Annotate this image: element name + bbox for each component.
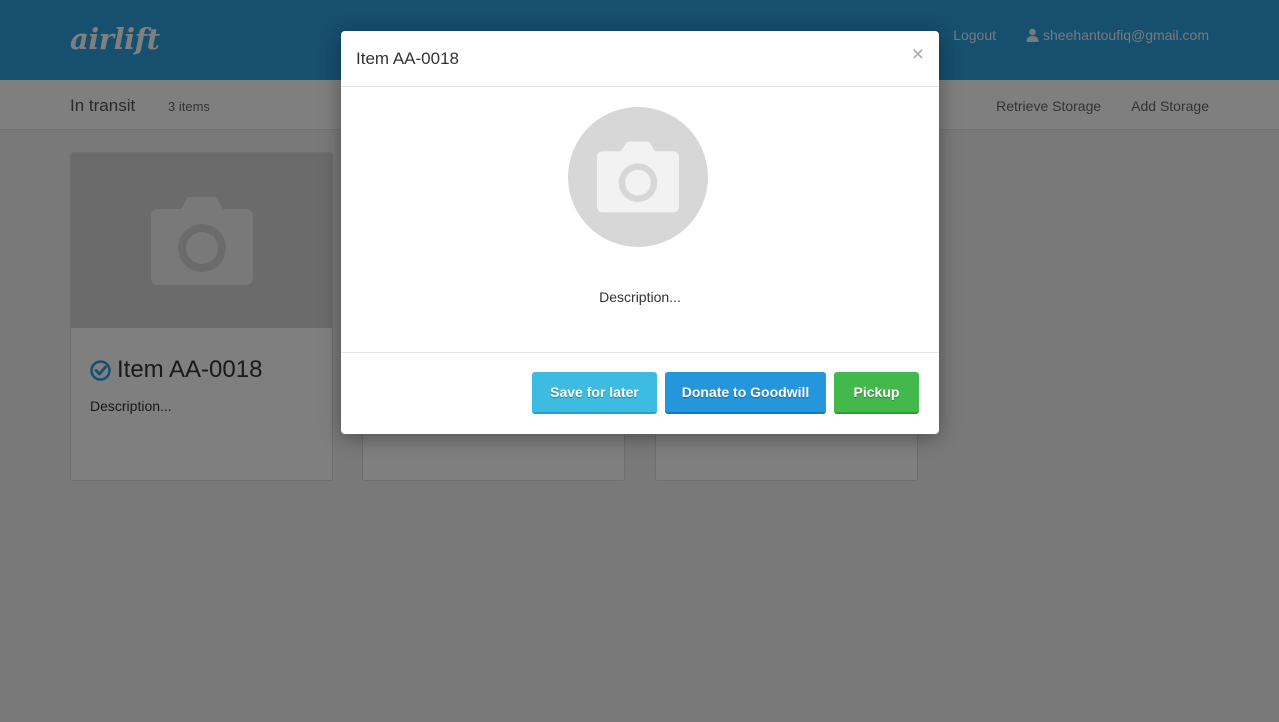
camera-icon [597,141,679,213]
close-icon[interactable]: × [912,44,924,65]
pickup-button[interactable]: Pickup [834,372,919,414]
save-for-later-button[interactable]: Save for later [532,372,657,414]
item-modal: Item AA-0018 × Description... Save for l… [341,31,939,434]
modal-header: Item AA-0018 × [341,31,939,87]
modal-title: Item AA-0018 [356,49,460,68]
item-photo[interactable] [568,107,708,247]
modal-footer: Save for later Donate to Goodwill Pickup [341,353,939,433]
donate-button[interactable]: Donate to Goodwill [665,372,826,414]
item-description[interactable]: Description... [341,289,939,305]
modal-body: Description... [341,87,939,353]
